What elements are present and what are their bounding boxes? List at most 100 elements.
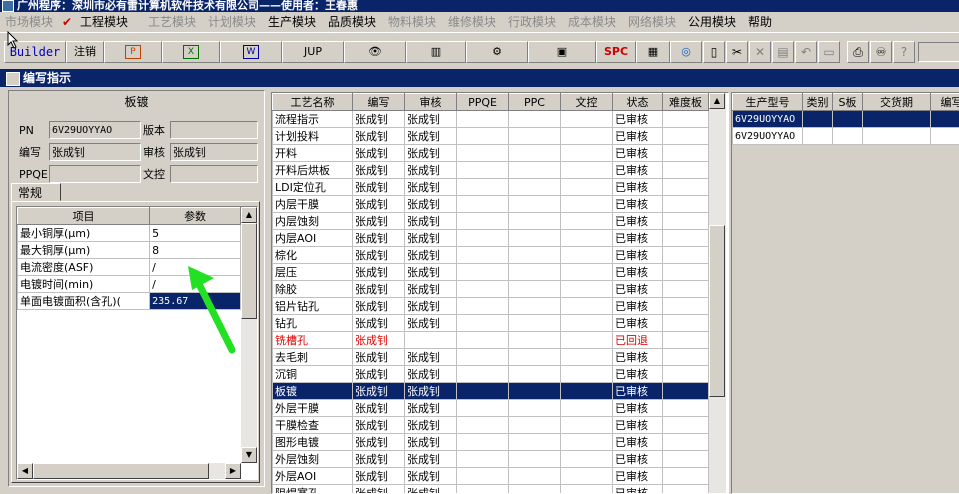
table-row[interactable]: 铣槽孔张成钊已回退 — [273, 332, 709, 349]
menu-common[interactable]: 公用模块 — [688, 14, 736, 30]
scroll-right-icon[interactable]: ▶ — [225, 463, 241, 479]
col-doc-control[interactable]: 文控 — [561, 94, 613, 111]
param-value[interactable]: 5 — [150, 225, 241, 242]
menu-maintenance[interactable]: 维修模块 — [448, 14, 496, 30]
undo-button[interactable]: ↶ — [795, 41, 817, 63]
menu-plan[interactable]: 计划模块 — [208, 14, 256, 30]
process-vertical-scrollbar[interactable]: ▲ — [709, 93, 726, 493]
table-cell — [663, 315, 709, 332]
col-model[interactable]: 生产型号 — [733, 94, 803, 111]
version-label: 版本 — [143, 122, 165, 140]
table-row[interactable]: 流程指示张成钊张成钊已审核 — [273, 111, 709, 128]
reviewer-field[interactable]: 张成钊 — [170, 143, 258, 161]
database-button[interactable]: ▥ — [406, 41, 466, 63]
pn-field[interactable]: 6V29UOYYAO — [49, 121, 141, 139]
version-field[interactable] — [170, 121, 258, 139]
table-row[interactable]: 铝片钻孔张成钊张成钊已审核 — [273, 298, 709, 315]
word-button[interactable]: W — [220, 41, 282, 63]
table-row[interactable]: 开料后烘板张成钊张成钊已审核 — [273, 162, 709, 179]
tab-general[interactable]: 常规 — [11, 183, 61, 201]
help-button[interactable]: ? — [893, 41, 915, 63]
scroll-thumb[interactable] — [709, 225, 725, 397]
col-delivery[interactable]: 交货期 — [863, 94, 931, 111]
ppqe-field[interactable] — [49, 165, 141, 183]
col-s-board[interactable]: S板 — [833, 94, 863, 111]
scroll-up-icon[interactable]: ▲ — [709, 93, 725, 109]
table-row[interactable]: 棕化张成钊张成钊已审核 — [273, 247, 709, 264]
globe-button[interactable]: ◎ — [670, 41, 702, 63]
table-row[interactable]: LDI定位孔张成钊张成钊已审核 — [273, 179, 709, 196]
network-button[interactable]: ⚙ — [466, 41, 528, 63]
scroll-left-icon[interactable]: ◀ — [17, 463, 33, 479]
powerpoint-button[interactable]: P — [104, 41, 162, 63]
col-process-name[interactable]: 工艺名称 — [273, 94, 353, 111]
param-horizontal-scrollbar[interactable]: ◀ ▶ — [17, 463, 241, 479]
table-row[interactable]: 内层蚀刻张成钊张成钊已审核 — [273, 213, 709, 230]
table-row[interactable]: 阻焊塞孔张成钊张成钊已审核 — [273, 485, 709, 494]
menu-quality[interactable]: 品质模块 — [328, 14, 376, 30]
table-row[interactable]: 6V29UOYYAO — [733, 111, 959, 128]
menu-network[interactable]: 网络模块 — [628, 14, 676, 30]
table-row[interactable]: 沉铜张成钊张成钊已审核 — [273, 366, 709, 383]
menu-material[interactable]: 物料模块 — [388, 14, 436, 30]
col-reviewer[interactable]: 审核 — [405, 94, 457, 111]
menu-production[interactable]: 生产模块 — [268, 14, 316, 30]
calculator-button[interactable]: ▦ — [636, 41, 670, 63]
table-cell — [457, 366, 509, 383]
col-writer[interactable]: 编写 — [353, 94, 405, 111]
table-row[interactable]: 外层蚀刻张成钊张成钊已审核 — [273, 451, 709, 468]
table-row[interactable]: 内层AOI张成钊张成钊已审核 — [273, 230, 709, 247]
process-grid-body: 流程指示张成钊张成钊已审核计划投料张成钊张成钊已审核开料张成钊张成钊已审核开料后… — [273, 111, 709, 494]
view-button[interactable]: 👁 — [344, 41, 406, 63]
scroll-down-icon[interactable]: ▼ — [241, 447, 257, 463]
doc-control-field[interactable] — [170, 165, 258, 183]
logout-button[interactable]: 注销 — [66, 41, 104, 63]
table-row[interactable]: 钻孔张成钊张成钊已审核 — [273, 315, 709, 332]
param-col-value[interactable]: 参数 — [150, 208, 241, 225]
new-document-button[interactable]: ▯ — [703, 41, 725, 63]
param-row[interactable]: 最小铜厚(μm)5 — [18, 225, 241, 242]
table-row[interactable]: 计划投料张成钊张成钊已审核 — [273, 128, 709, 145]
scroll-up-icon[interactable]: ▲ — [241, 207, 257, 223]
col-writer[interactable]: 编写 — [931, 94, 959, 111]
toolbar-combo[interactable] — [918, 42, 959, 62]
table-row[interactable]: 除胶张成钊张成钊已审核 — [273, 281, 709, 298]
table-row[interactable]: 内层干膜张成钊张成钊已审核 — [273, 196, 709, 213]
col-category[interactable]: 类别 — [803, 94, 833, 111]
menu-market[interactable]: 市场模块 — [5, 14, 53, 30]
table-row[interactable]: 外层干膜张成钊张成钊已审核 — [273, 400, 709, 417]
menu-admin[interactable]: 行政模块 — [508, 14, 556, 30]
computer-button[interactable]: ▣ — [528, 41, 596, 63]
menu-process[interactable]: 工艺模块 — [148, 14, 196, 30]
table-row[interactable]: 6V29UOYYAO — [733, 128, 959, 145]
save-button[interactable]: ▤ — [772, 41, 794, 63]
table-row[interactable]: 板镀张成钊张成钊已审核 — [273, 383, 709, 400]
print-button[interactable]: ⎙ — [847, 41, 869, 63]
table-row[interactable]: 去毛刺张成钊张成钊已审核 — [273, 349, 709, 366]
menu-engineering[interactable]: 工程模块 — [80, 14, 128, 30]
table-row[interactable]: 图形电镀张成钊张成钊已审核 — [273, 434, 709, 451]
table-row[interactable]: 干膜检查张成钊张成钊已审核 — [273, 417, 709, 434]
col-ppqe[interactable]: PPQE — [457, 94, 509, 111]
table-row[interactable]: 外层AOI张成钊张成钊已审核 — [273, 468, 709, 485]
table-cell — [457, 298, 509, 315]
param-value[interactable]: 8 — [150, 242, 241, 259]
col-status[interactable]: 状态 — [613, 94, 663, 111]
writer-field[interactable]: 张成钊 — [49, 143, 141, 161]
find-button[interactable]: ♾ — [870, 41, 892, 63]
col-difficulty[interactable]: 难度板 — [663, 94, 709, 111]
spc-button[interactable]: SPC — [596, 41, 636, 63]
table-row[interactable]: 层压张成钊张成钊已审核 — [273, 264, 709, 281]
table-row[interactable]: 开料张成钊张成钊已审核 — [273, 145, 709, 162]
col-ppc[interactable]: PPC — [509, 94, 561, 111]
menu-help[interactable]: 帮助 — [748, 14, 772, 30]
jup-button[interactable]: JUP — [282, 41, 344, 63]
param-row[interactable]: 最大铜厚(μm)8 — [18, 242, 241, 259]
scroll-hthumb[interactable] — [33, 463, 209, 479]
preview-button[interactable]: ▭ — [818, 41, 840, 63]
delete-button[interactable]: ✕ — [749, 41, 771, 63]
menu-cost[interactable]: 成本模块 — [568, 14, 616, 30]
excel-button[interactable]: X — [162, 41, 220, 63]
cut-button[interactable]: ✂ — [726, 41, 748, 63]
param-col-item[interactable]: 项目 — [18, 208, 150, 225]
